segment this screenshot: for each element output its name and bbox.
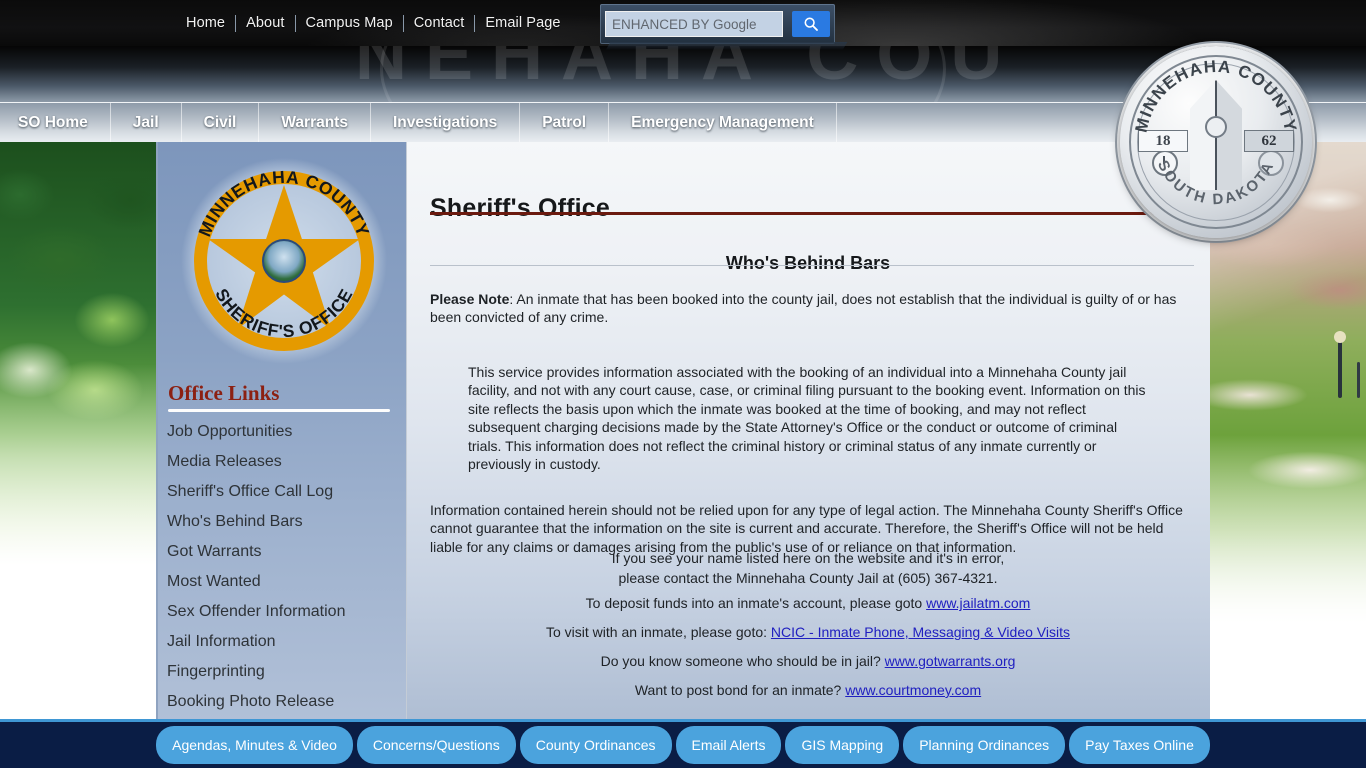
page-title: Sheriff's Office: [430, 194, 610, 223]
background-image-trees: [0, 140, 156, 730]
name-error-line-1: If you see your name listed here on the …: [612, 550, 1005, 566]
name-error-notice: If you see your name listed here on the …: [406, 548, 1210, 588]
subtitle-divider: [430, 265, 1194, 266]
main-content: Sheriff's Office Who's Behind Bars Pleas…: [406, 141, 1210, 730]
visit-inmate-line: To visit with an inmate, please goto: NC…: [406, 622, 1210, 642]
topnav-item-about[interactable]: About: [236, 15, 294, 31]
sidebar-item-booking-photo-release[interactable]: Booking Photo Release: [167, 687, 402, 717]
gotwarrants-link[interactable]: www.gotwarrants.org: [885, 653, 1016, 669]
seal-arc-top-label: MINNEHAHA COUNTY: [1132, 57, 1301, 135]
footer-button-agendas-minutes-video[interactable]: Agendas, Minutes & Video: [156, 726, 353, 764]
post-bond-text: Want to post bond for an inmate?: [635, 682, 845, 698]
badge-arc-bottom-label: SHERIFF'S OFFICE: [211, 285, 356, 341]
mainnav-item-patrol[interactable]: Patrol: [520, 103, 609, 142]
nav-separator: [474, 15, 475, 32]
sheriff-office-badge-logo[interactable]: MINNEHAHA COUNTY SHERIFF'S OFFICE: [180, 157, 388, 365]
jailatm-link[interactable]: www.jailatm.com: [926, 595, 1030, 611]
content-subtitle: Who's Behind Bars: [406, 253, 1210, 274]
sidebar-item-sheriffs-office-call-log[interactable]: Sheriff's Office Call Log: [167, 477, 402, 507]
got-warrants-text: Do you know someone who should be in jai…: [601, 653, 885, 669]
sidebar-title-divider: [168, 409, 390, 412]
sidebar-item-got-warrants[interactable]: Got Warrants: [167, 537, 402, 567]
sidebar: MINNEHAHA COUNTY SHERIFF'S OFFICE Office…: [156, 141, 408, 730]
topnav-item-home[interactable]: Home: [176, 15, 235, 31]
footer-button-email-alerts[interactable]: Email Alerts: [676, 726, 782, 764]
header-watermark-text: NEHAHA COU: [355, 46, 995, 102]
topnav-item-campus-map[interactable]: Campus Map: [296, 15, 403, 31]
sidebar-item-jail-information[interactable]: Jail Information: [167, 627, 402, 657]
mainnav-item-so-home[interactable]: SO Home: [0, 103, 111, 142]
name-error-line-2: please contact the Minnehaha County Jail…: [618, 570, 997, 586]
mainnav-item-civil[interactable]: Civil: [182, 103, 260, 142]
footer-button-pay-taxes-online[interactable]: Pay Taxes Online: [1069, 726, 1210, 764]
sidebar-item-whos-behind-bars[interactable]: Who's Behind Bars: [167, 507, 402, 537]
svg-text:SOUTH DAKOTA: SOUTH DAKOTA: [1154, 158, 1278, 209]
sidebar-section-title: Office Links: [168, 381, 398, 406]
got-warrants-line: Do you know someone who should be in jai…: [406, 651, 1210, 671]
mainnav-item-jail[interactable]: Jail: [111, 103, 182, 142]
svg-text:SHERIFF'S OFFICE: SHERIFF'S OFFICE: [211, 285, 356, 341]
topnav-item-email-page[interactable]: Email Page: [475, 15, 570, 31]
sidebar-item-media-releases[interactable]: Media Releases: [167, 447, 402, 477]
nav-separator: [403, 15, 404, 32]
topnav-item-contact[interactable]: Contact: [404, 15, 475, 31]
sidebar-item-job-opportunities[interactable]: Job Opportunities: [167, 417, 402, 447]
footer-button-planning-ordinances[interactable]: Planning Ordinances: [903, 726, 1065, 764]
badge-arc-top-label: MINNEHAHA COUNTY: [194, 167, 373, 240]
search-button[interactable]: [792, 11, 830, 37]
please-note-label: Please Note: [430, 291, 509, 307]
lamp-post-secondary-icon: [1357, 362, 1360, 398]
mainnav-item-investigations[interactable]: Investigations: [371, 103, 520, 142]
mainnav-item-emergency-management[interactable]: Emergency Management: [609, 103, 837, 142]
service-description-paragraph: This service provides information associ…: [468, 363, 1154, 473]
badge-arc-text: MINNEHAHA COUNTY SHERIFF'S OFFICE: [180, 157, 388, 365]
footer-button-county-ordinances[interactable]: County Ordinances: [520, 726, 672, 764]
deposit-funds-line: To deposit funds into an inmate's accoun…: [406, 593, 1210, 613]
please-note-text: : An inmate that has been booked into th…: [430, 291, 1176, 325]
nav-separator: [235, 15, 236, 32]
svg-text:MINNEHAHA COUNTY: MINNEHAHA COUNTY: [194, 167, 373, 240]
search-input[interactable]: [605, 11, 783, 37]
deposit-funds-text: To deposit funds into an inmate's accoun…: [586, 595, 926, 611]
minnehaha-county-seal-logo[interactable]: 18 62 MINNEHAHA COUNTY SOUTH DAKOTA: [1120, 46, 1312, 238]
page-body: MINNEHAHA COUNTY SHERIFF'S OFFICE Office…: [156, 141, 1210, 730]
footer-button-concerns-questions[interactable]: Concerns/Questions: [357, 726, 516, 764]
footer-button-gis-mapping[interactable]: GIS Mapping: [785, 726, 899, 764]
footer-bar: Agendas, Minutes & Video Concerns/Questi…: [0, 722, 1366, 768]
sidebar-item-fingerprinting[interactable]: Fingerprinting: [167, 657, 402, 687]
nav-separator: [295, 15, 296, 32]
page-title-divider: [430, 212, 1194, 215]
top-navigation: Home About Campus Map Contact Email Page: [176, 11, 571, 35]
sidebar-item-sex-offender-information[interactable]: Sex Offender Information: [167, 597, 402, 627]
courtmoney-link[interactable]: www.courtmoney.com: [845, 682, 981, 698]
lamp-post-icon: [1338, 340, 1342, 398]
visit-inmate-text: To visit with an inmate, please goto:: [546, 624, 771, 640]
google-search-widget: [600, 4, 835, 44]
sidebar-links-list: Job Opportunities Media Releases Sheriff…: [167, 417, 402, 730]
seal-arc-bottom-label: SOUTH DAKOTA: [1154, 158, 1278, 209]
seal-arc-text: MINNEHAHA COUNTY SOUTH DAKOTA: [1120, 46, 1312, 238]
post-bond-line: Want to post bond for an inmate? www.cou…: [406, 680, 1210, 700]
sidebar-item-most-wanted[interactable]: Most Wanted: [167, 567, 402, 597]
ncic-visits-link[interactable]: NCIC - Inmate Phone, Messaging & Video V…: [771, 624, 1070, 640]
svg-text:MINNEHAHA COUNTY: MINNEHAHA COUNTY: [1132, 57, 1301, 135]
search-icon: [803, 16, 819, 32]
please-note-paragraph: Please Note: An inmate that has been boo…: [430, 290, 1196, 327]
mainnav-item-warrants[interactable]: Warrants: [259, 103, 371, 142]
